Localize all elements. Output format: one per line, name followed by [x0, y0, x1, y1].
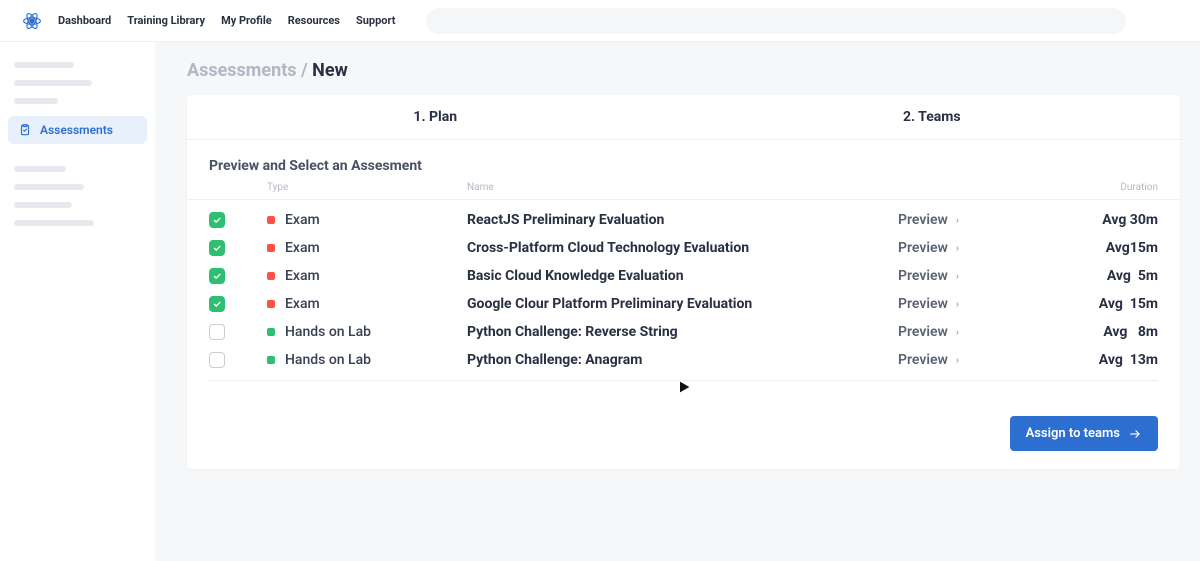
row-preview-link[interactable]: Preview› — [898, 268, 1058, 284]
row-checkbox[interactable] — [209, 352, 225, 368]
wizard-steps: 1. Plan 2. Teams — [187, 95, 1180, 140]
play-cursor-icon — [187, 379, 1180, 400]
assign-to-teams-button[interactable]: Assign to teams — [1010, 416, 1158, 451]
table-row: Exam Google Clour Platform Preliminary Ev… — [187, 290, 1180, 318]
sidebar-skeleton — [14, 166, 66, 172]
section-title: Preview and Select an Assesment — [187, 140, 1180, 182]
sidebar-skeleton — [14, 80, 92, 86]
sidebar-skeleton — [14, 184, 84, 190]
breadcrumb: Assessments / New — [187, 60, 1180, 81]
row-checkbox[interactable] — [209, 324, 225, 340]
sidebar-item-assessments[interactable]: Assessments — [8, 116, 147, 144]
row-name: Cross-Platform Cloud Technology Evaluati… — [467, 240, 898, 256]
sidebar-skeleton — [14, 62, 74, 68]
row-preview-link[interactable]: Preview› — [898, 296, 1058, 312]
row-type-label: Exam — [285, 268, 320, 284]
lab-type-icon — [267, 356, 275, 364]
nav-dashboard[interactable]: Dashboard — [58, 14, 111, 27]
row-type-label: Exam — [285, 296, 320, 312]
table-row: Exam Cross-Platform Cloud Technology Eval… — [187, 234, 1180, 262]
row-duration: Avg 13m — [1058, 352, 1158, 368]
sidebar-skeleton — [14, 202, 72, 208]
row-checkbox[interactable] — [209, 240, 225, 256]
chevron-right-icon: › — [956, 327, 959, 338]
row-name: Python Challenge: Anagram — [467, 352, 898, 368]
nav-resources[interactable]: Resources — [288, 14, 340, 27]
exam-type-icon — [267, 272, 275, 280]
table-row: Exam Basic Cloud Knowledge EvaluationPrev… — [187, 262, 1180, 290]
clipboard-check-icon — [18, 123, 32, 137]
table-row: Exam ReactJS Preliminary EvaluationPrevie… — [187, 206, 1180, 234]
row-name: Python Challenge: Reverse String — [467, 324, 898, 340]
row-preview-link[interactable]: Preview› — [898, 324, 1058, 340]
brand-logo — [18, 7, 46, 35]
table-body: ExamReactJS Preliminary EvaluationPrevie… — [187, 200, 1180, 374]
row-duration: Avg 8m — [1058, 324, 1158, 340]
chevron-right-icon: › — [956, 243, 959, 254]
row-duration: Avg 5m — [1058, 268, 1158, 284]
card-actions: Assign to teams — [187, 400, 1180, 469]
row-duration: Avg15m — [1058, 240, 1158, 256]
primary-button-label: Assign to teams — [1026, 426, 1120, 441]
lab-type-icon — [267, 328, 275, 336]
nav-training-library[interactable]: Training Library — [127, 14, 205, 27]
table-row: Hands on Lab Python Challenge: Reverse St… — [187, 318, 1180, 346]
row-name: Google Clour Platform Preliminary Evalua… — [467, 296, 898, 312]
row-preview-link[interactable]: Preview› — [898, 240, 1058, 256]
exam-type-icon — [267, 244, 275, 252]
exam-type-icon — [267, 216, 275, 224]
row-type-label: Hands on Lab — [285, 324, 371, 340]
table-header: Type Name Duration — [187, 182, 1180, 200]
row-preview-link[interactable]: Preview› — [898, 212, 1058, 228]
row-checkbox[interactable] — [209, 268, 225, 284]
row-type-label: Exam — [285, 212, 320, 228]
sidebar-item-label: Assessments — [40, 123, 113, 137]
top-bar: Dashboard Training Library My Profile Re… — [0, 0, 1200, 42]
step-teams[interactable]: 2. Teams — [684, 95, 1181, 139]
top-nav: Dashboard Training Library My Profile Re… — [58, 14, 396, 27]
row-duration: Avg 30m — [1058, 212, 1158, 228]
row-preview-link[interactable]: Preview› — [898, 352, 1058, 368]
col-header-type: Type — [267, 182, 467, 193]
exam-type-icon — [267, 300, 275, 308]
atom-icon — [22, 11, 42, 31]
sidebar-skeleton — [14, 98, 58, 104]
search-input[interactable] — [426, 8, 1126, 34]
step-plan[interactable]: 1. Plan — [187, 95, 684, 139]
row-name: Basic Cloud Knowledge Evaluation — [467, 268, 898, 284]
row-checkbox[interactable] — [209, 212, 225, 228]
breadcrumb-parent[interactable]: Assessments / — [187, 60, 312, 81]
row-type-label: Hands on Lab — [285, 352, 371, 368]
row-duration: Avg 15m — [1058, 296, 1158, 312]
chevron-right-icon: › — [956, 299, 959, 310]
main-content: Assessments / New 1. Plan 2. Teams Previ… — [155, 42, 1200, 561]
row-checkbox[interactable] — [209, 296, 225, 312]
chevron-right-icon: › — [956, 271, 959, 282]
chevron-right-icon: › — [956, 215, 959, 226]
row-name: ReactJS Preliminary Evaluation — [467, 212, 898, 228]
chevron-right-icon: › — [956, 355, 959, 366]
col-header-duration: Duration — [1058, 182, 1158, 193]
assessment-card: 1. Plan 2. Teams Preview and Select an A… — [187, 95, 1180, 469]
sidebar: Assessments — [0, 42, 155, 561]
col-header-name: Name — [467, 182, 898, 193]
arrow-right-icon — [1128, 427, 1142, 441]
table-row: Hands on Lab Python Challenge: AnagramPre… — [187, 346, 1180, 374]
nav-my-profile[interactable]: My Profile — [221, 14, 272, 27]
nav-support[interactable]: Support — [356, 14, 396, 27]
row-type-label: Exam — [285, 240, 320, 256]
breadcrumb-current: New — [312, 60, 348, 81]
sidebar-skeleton — [14, 220, 94, 226]
